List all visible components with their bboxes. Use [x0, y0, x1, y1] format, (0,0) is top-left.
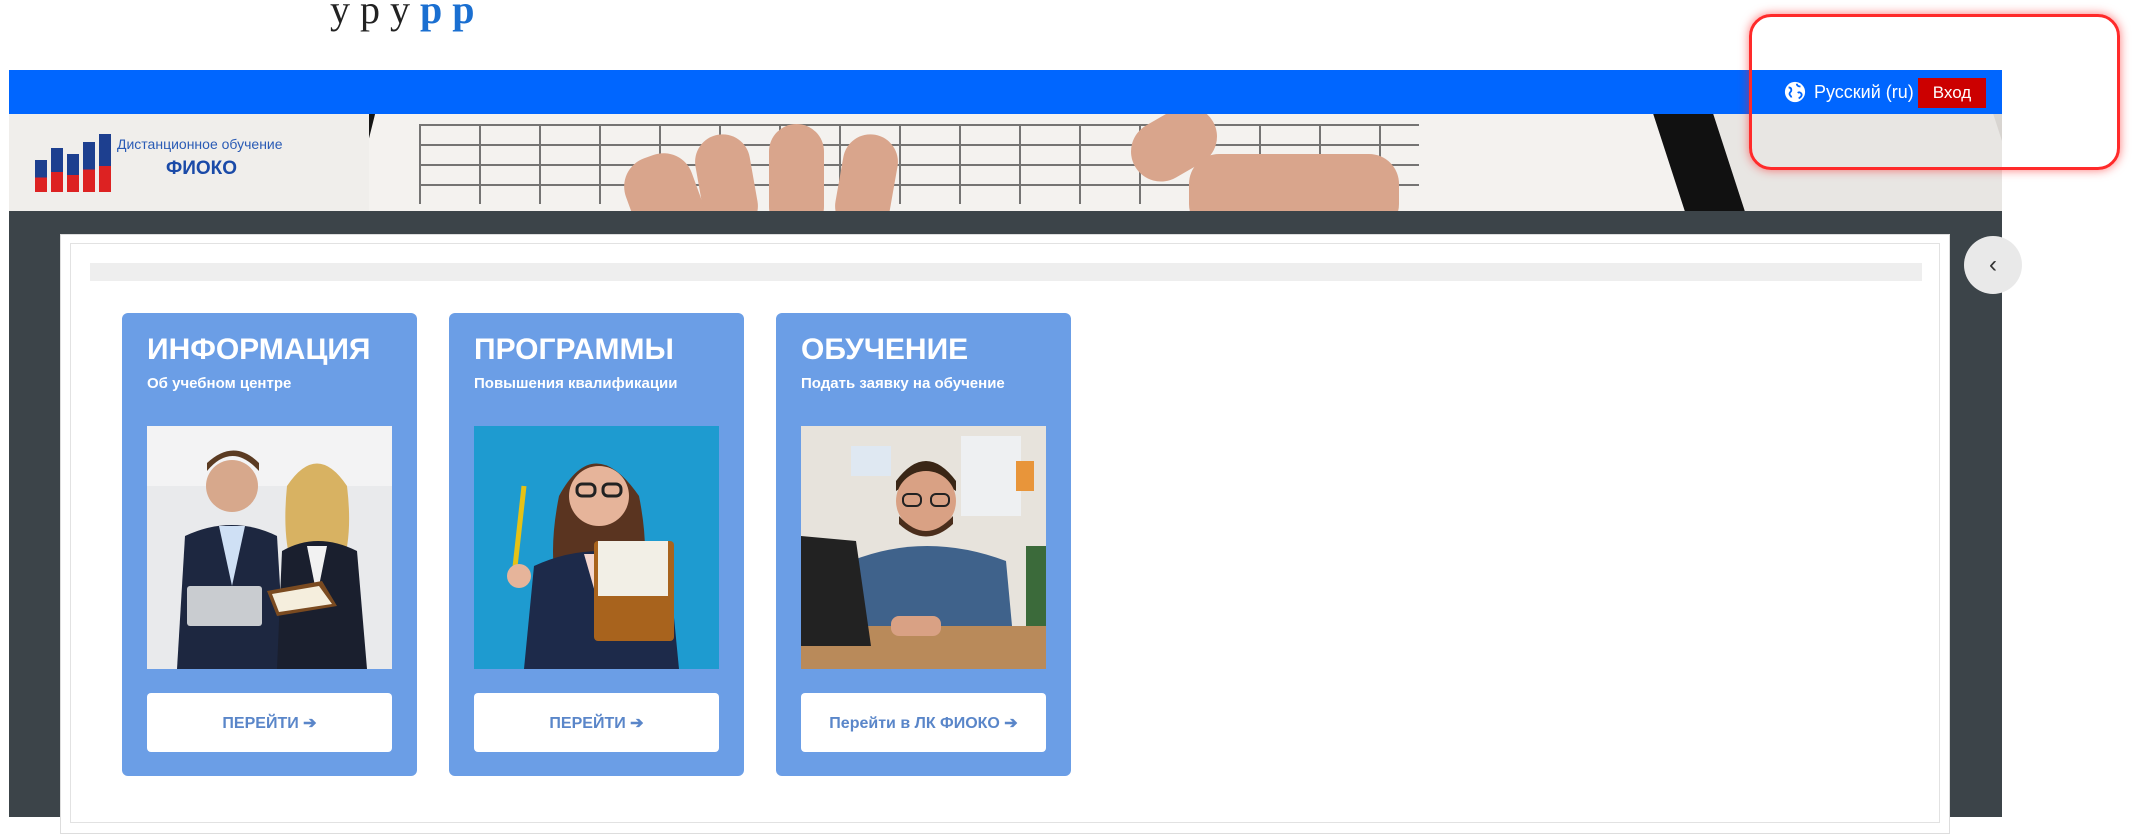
logo-icon	[35, 134, 111, 192]
top-navbar: Русский (ru) Вход	[9, 70, 2002, 114]
header-banner: Дистанционное обучение ФИОКО	[9, 114, 2002, 211]
language-menu[interactable]: Русский (ru)	[1784, 70, 1914, 114]
logo-subtitle: ФИОКО	[166, 158, 238, 179]
card-subtitle: Повышения квалификации	[474, 375, 678, 392]
logo-title: Дистанционное обучение	[117, 136, 283, 152]
card-title: ОБУЧЕНИЕ	[801, 333, 969, 366]
card-image-teacher	[474, 426, 719, 669]
card-go-button[interactable]: ПЕРЕЙТИ ➔	[474, 693, 719, 752]
card-title: ИНФОРМАЦИЯ	[147, 333, 371, 366]
card-go-button[interactable]: Перейти в ЛК ФИОКО ➔	[801, 693, 1046, 752]
card-information: ИНФОРМАЦИЯ Об учебном центре ПЕРЕЙТИ ➔	[122, 313, 417, 776]
top-partial-text: у р у р р	[330, 0, 475, 33]
card-go-button[interactable]: ПЕРЕЙТИ ➔	[147, 693, 392, 752]
top-text-link[interactable]: р р	[420, 0, 475, 32]
globe-icon	[1784, 81, 1806, 103]
content-header-strip	[90, 263, 1922, 281]
card-programs: ПРОГРАММЫ Повышения квалификации ПЕРЕЙТИ…	[449, 313, 744, 776]
language-label[interactable]: Русский (ru)	[1814, 82, 1914, 103]
banner-hand-image	[1189, 154, 1399, 211]
card-training: ОБУЧЕНИЕ Подать заявку на обучение Перей…	[776, 313, 1071, 776]
drawer-toggle-button[interactable]: ‹	[1964, 236, 2022, 294]
card-subtitle: Подать заявку на обучение	[801, 375, 1005, 392]
login-button[interactable]: Вход	[1918, 78, 1986, 108]
card-image-man-laptop	[801, 426, 1046, 669]
card-title: ПРОГРАММЫ	[474, 333, 674, 366]
card-subtitle: Об учебном центре	[147, 375, 292, 392]
banner-hand-image	[769, 124, 824, 211]
chevron-left-icon: ‹	[1989, 251, 1997, 278]
site-logo[interactable]: Дистанционное обучение ФИОКО	[9, 114, 369, 211]
top-text-prefix: у р у	[330, 0, 410, 32]
card-image-two-people	[147, 426, 392, 669]
banner-tablet-edge	[1653, 114, 2002, 211]
